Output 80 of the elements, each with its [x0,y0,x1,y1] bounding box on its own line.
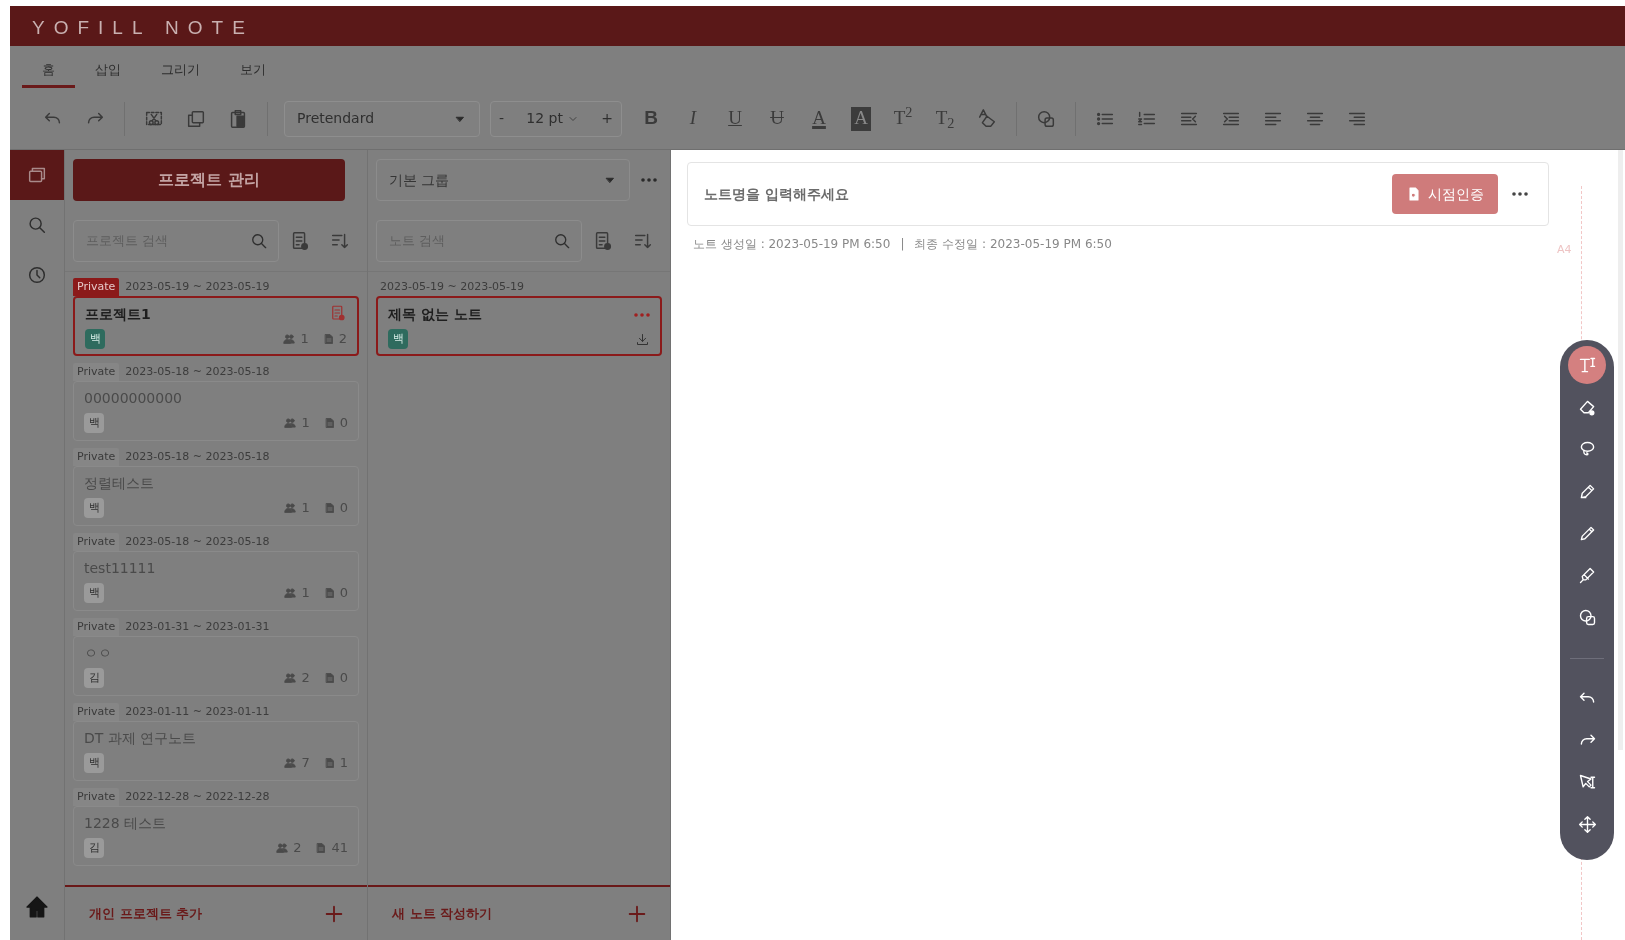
page-size-label: A4 [1557,242,1572,258]
highlight-button[interactable]: A [842,100,880,137]
notes-icon [323,417,336,429]
notes-icon [323,757,336,769]
download-icon [635,331,650,347]
separator: | [900,236,905,253]
note-list-icon [329,304,347,322]
sup-button[interactable]: T$^{2}$ [884,100,922,137]
member-avatar: 백 [388,329,408,349]
note-card[interactable]: 제목 없는 노트 백 [376,296,662,356]
bold-button[interactable]: B [632,100,670,137]
home-icon [24,894,50,920]
note-title: 제목 없는 노트 [388,305,482,324]
member-avatar: 백 [84,498,104,518]
visibility-tag: Private [73,787,120,807]
note-title-field[interactable]: 노트명을 입력해주세요 시점인증 [687,162,1549,226]
date-range: 2023-05-18 ~ 2023-05-18 [125,363,270,380]
font-size-control[interactable]: - 12 pt + [490,100,622,137]
date-range: 2023-01-11 ~ 2023-01-11 [125,703,270,720]
notes-icon [323,587,336,599]
notes-icon [323,672,336,684]
new-note-button[interactable]: 새 노트 작성하기 [392,903,493,924]
strike-button[interactable]: U [758,100,796,137]
modified-date: 최종 수정일 : 2023-05-19 PM 6:50 [914,236,1112,253]
members-icon [283,586,298,600]
members-icon [283,671,298,685]
font-size-value: 12 pt [526,109,563,128]
members-icon [283,501,298,515]
italic-button[interactable]: I [674,100,712,137]
member-avatar: 백 [84,753,104,773]
created-date: 노트 생성일 : 2023-05-19 PM 6:50 [693,236,891,253]
clock-icon [26,264,48,286]
notes-icon [315,842,328,854]
windows-nav[interactable] [10,150,64,200]
member-avatar: 김 [84,668,104,688]
move-icon [1576,813,1598,835]
members-icon [282,332,297,346]
color-button[interactable]: A [800,100,838,137]
notes-icon [323,502,336,514]
members-icon [283,416,298,430]
member-avatar: 백 [84,583,104,603]
visibility-tag: Private [73,702,120,722]
date-range: 2023-05-18 ~ 2023-05-18 [125,533,270,550]
date-range: 2023-05-18 ~ 2023-05-18 [125,448,270,465]
members-icon [275,841,290,855]
notes-icon [322,333,335,345]
add-project-button[interactable]: 개인 프로젝트 추가 [89,903,203,924]
visibility-tag: Private [73,362,120,382]
more-icon [641,178,657,182]
font-dropdown[interactable]: Pretendard [284,100,480,137]
group-dropdown[interactable]: 기본 그룹 [376,159,630,201]
project-title: 프로젝트1 [85,305,151,324]
ribbon-tab[interactable]: 보기 [220,46,286,88]
text-tool[interactable] [1568,346,1606,384]
date-range: 2023-05-19 ~ 2023-05-19 [379,278,525,295]
project-manage-button[interactable]: 프로젝트 관리 [73,159,345,201]
app-title: YOFILL NOTE [10,6,1625,46]
visibility-tag: Private [73,617,120,637]
visibility-tag: Private [73,277,120,297]
clear-format-icon [976,107,998,130]
more-icon [1512,192,1528,196]
member-avatar: 백 [84,413,104,433]
more-icon [634,312,650,317]
ribbon-tab[interactable]: 그리기 [141,46,220,88]
ribbon-tab[interactable]: 삽입 [75,46,141,88]
date-range: 2023-01-31 ~ 2023-01-31 [125,618,270,635]
underline-button[interactable]: U [716,100,754,137]
date-range: 2022-12-28 ~ 2022-12-28 [125,788,270,805]
decrease-size[interactable]: - [499,108,505,129]
timestamp-cert-button[interactable]: 시점인증 [1392,174,1498,214]
member-avatar: 김 [84,838,104,858]
member-avatar: 백 [85,329,105,349]
increase-size[interactable]: + [601,108,613,129]
members-icon [283,756,298,770]
date-range: 2023-05-19 ~ 2023-05-19 [125,278,270,295]
sub-button[interactable]: T$_{2}$ [926,100,964,137]
visibility-tag: Private [73,447,120,467]
search-icon [26,214,48,236]
document-icon [1406,186,1422,202]
visibility-tag: Private [73,532,120,552]
